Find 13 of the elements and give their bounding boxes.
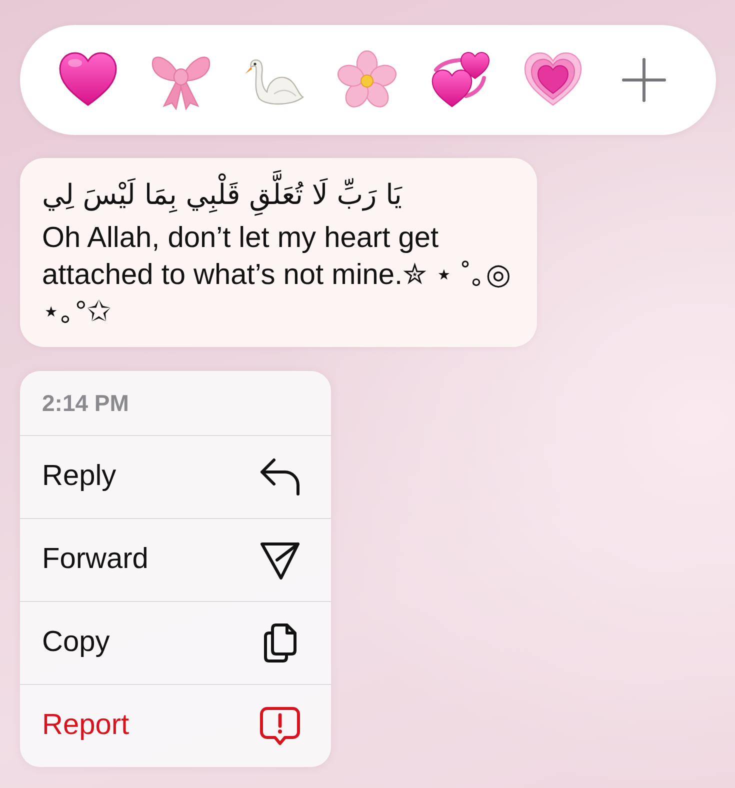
menu-item[interactable]: Reply — [20, 435, 331, 518]
menu-item[interactable]: Forward — [20, 518, 331, 601]
two-hearts-icon[interactable] — [430, 50, 490, 110]
message-text: Oh Allah, don’t let my heart get attached to what’s not mine.✮ ⋆ ˚｡◎ ⋆｡°✩ — [42, 221, 512, 330]
reply-arrow-icon — [259, 457, 301, 497]
menu-timestamp: 2:14 PM — [42, 388, 129, 418]
flower-icon[interactable] — [337, 50, 397, 110]
arabic-text: يَا رَبِّ لَا تُعَلَّقِ قَلْبِي بِمَا لَيْسَ لِي — [42, 170, 402, 220]
plus-icon[interactable] — [622, 58, 666, 102]
alert-bubble-icon — [259, 706, 301, 746]
menu-item[interactable]: Report — [20, 684, 331, 767]
menu-item[interactable]: Copy — [20, 601, 331, 684]
paper-plane-icon — [259, 540, 301, 580]
